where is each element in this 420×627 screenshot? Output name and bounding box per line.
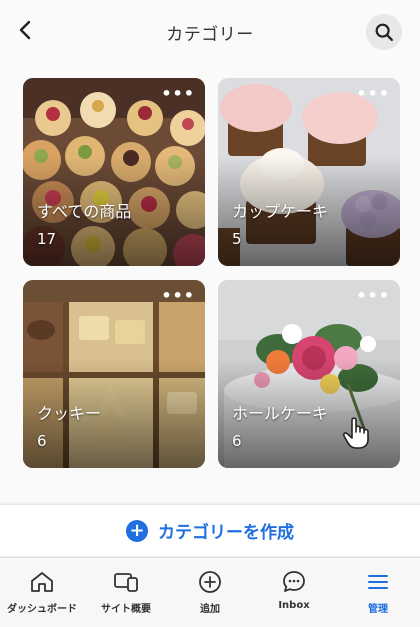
tab-site-overview[interactable]: サイト概要 — [84, 558, 168, 627]
more-options-icon[interactable]: ••• — [356, 86, 390, 102]
app-header: カテゴリー — [0, 0, 420, 62]
page-title: カテゴリー — [166, 25, 254, 45]
tab-label: サイト概要 — [101, 604, 151, 615]
tab-label: Inbox — [278, 600, 310, 611]
category-name: クッキー — [37, 404, 102, 423]
category-count: 5 — [232, 230, 242, 248]
home-icon — [31, 572, 53, 592]
tab-label: 管理 — [368, 604, 388, 615]
search-button[interactable] — [366, 14, 402, 50]
category-grid: ••• すべての商品 17 ••• カップケーキ 5 ••• クッキー 6 ••… — [0, 62, 420, 502]
create-category-bar: + カテゴリーを作成 — [0, 504, 420, 556]
category-name: ホールケーキ — [232, 404, 329, 423]
hand-pointer-icon — [342, 417, 369, 449]
tab-label: ダッシュボード — [7, 604, 77, 615]
more-options-icon[interactable]: ••• — [161, 288, 195, 304]
category-count: 6 — [37, 432, 47, 450]
category-name: すべての商品 — [37, 202, 132, 221]
bottom-tab-bar: ダッシュボード サイト概要 追加 Inbox 管理 — [0, 557, 420, 627]
tab-inbox[interactable]: Inbox — [252, 558, 336, 627]
category-card-cookies[interactable]: ••• クッキー 6 — [23, 280, 205, 468]
more-options-icon[interactable]: ••• — [356, 288, 390, 304]
tab-label: 追加 — [200, 604, 220, 615]
chat-bubble-icon — [283, 571, 305, 592]
category-count: 6 — [232, 432, 242, 450]
plus-circle-icon — [199, 571, 221, 593]
more-options-icon[interactable]: ••• — [161, 86, 195, 102]
menu-icon — [368, 575, 388, 589]
plus-circle-icon: + — [126, 519, 148, 542]
category-name: カップケーキ — [232, 202, 329, 221]
category-count: 17 — [37, 230, 57, 248]
category-card-cupcakes[interactable]: ••• カップケーキ 5 — [218, 78, 400, 266]
tab-manage[interactable]: 管理 — [336, 558, 420, 627]
devices-icon — [114, 573, 138, 592]
screen: カテゴリー ••• すべての商品 17 ••• カップケーキ 5 ••• クッキ… — [0, 0, 420, 627]
category-card-all-products[interactable]: ••• すべての商品 17 — [23, 78, 205, 266]
tab-dashboard[interactable]: ダッシュボード — [0, 558, 84, 627]
create-category-label: カテゴリーを作成 — [158, 523, 294, 543]
tab-add[interactable]: 追加 — [168, 558, 252, 627]
category-card-whole-cakes[interactable]: ••• ホールケーキ 6 — [218, 280, 400, 468]
create-category-button[interactable]: + カテゴリーを作成 — [126, 518, 294, 543]
search-icon — [375, 23, 393, 41]
